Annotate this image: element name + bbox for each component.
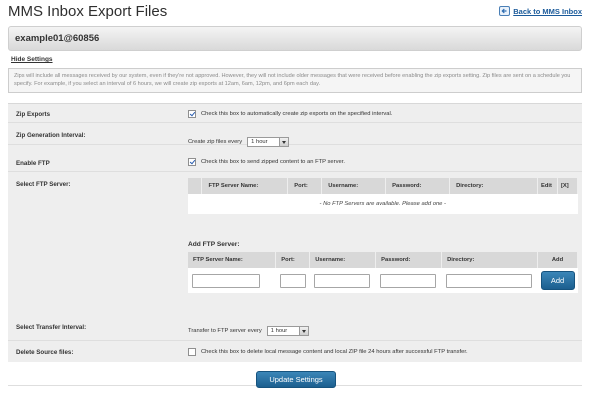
table-header: Port: (287, 178, 323, 194)
transfer-interval-select[interactable]: 1 hour (266, 326, 309, 336)
enable-ftp-description: Check this box to send zipped content to… (201, 159, 345, 165)
ftp-server-table: FTP Server Name: Port: Username: Passwor… (188, 178, 579, 214)
table-header: Password: (385, 178, 451, 194)
table-header: Port: (275, 252, 311, 268)
row-enable-ftp: Enable FTP Check this box to send zipped… (8, 145, 582, 172)
account-bar: example01@60856 (8, 26, 582, 51)
table-header: Edit (537, 178, 558, 194)
delete-source-description: Check this box to delete local message c… (201, 349, 468, 355)
settings-panel: Zip Exports Check this box to automatica… (8, 103, 582, 386)
add-ftp-button[interactable]: Add (540, 271, 575, 290)
table-header: FTP Server Name: (201, 178, 289, 194)
row-zip-interval: Zip Generation Interval: Create zip file… (8, 123, 582, 147)
table-header: FTP Server Name: (188, 252, 277, 268)
transfer-interval-value: 1 hour (270, 328, 288, 334)
back-link-label[interactable]: Back to MMS Inbox (513, 7, 582, 16)
table-header: Password: (375, 252, 443, 268)
table-header: Directory: (441, 252, 538, 268)
back-arrow-icon (499, 6, 511, 16)
delete-source-label: Delete Source files: (16, 349, 74, 356)
info-box: Zips will include all messages received … (8, 68, 582, 93)
zip-exports-checkbox[interactable] (188, 110, 196, 118)
table-header-spacer (188, 178, 203, 194)
select-ftp-label: Select FTP Server: (16, 181, 71, 188)
enable-ftp-checkbox[interactable] (188, 158, 196, 166)
transfer-interval-prefix: Transfer to FTP server every (188, 328, 262, 334)
table-header: Directory: (449, 178, 538, 194)
zip-exports-label: Zip Exports (16, 111, 51, 118)
ftp-server-name-input[interactable] (192, 273, 260, 288)
ftp-username-input[interactable] (313, 273, 370, 288)
table-header: [X] (557, 178, 579, 194)
add-ftp-table: FTP Server Name: Port: Username: Passwor… (188, 252, 578, 293)
transfer-interval-label: Select Transfer Interval: (16, 324, 87, 331)
zip-exports-description: Check this box to automatically create z… (201, 111, 393, 117)
ftp-password-input[interactable] (379, 273, 436, 288)
row-delete-source: Delete Source files: Check this box to d… (8, 341, 582, 363)
back-link[interactable]: Back to MMS Inbox (499, 6, 582, 16)
table-header: Username: (321, 178, 387, 194)
update-settings-button[interactable]: Update Settings (256, 371, 336, 388)
row-zip-exports: Zip Exports Check this box to automatica… (8, 104, 582, 123)
page-title: MMS Inbox Export Files (8, 3, 168, 20)
empty-table-message: - No FTP Servers are available. Please a… (188, 194, 578, 214)
account-name: example01@60856 (15, 33, 100, 44)
ftp-directory-input[interactable] (445, 273, 532, 288)
zip-interval-label: Zip Generation Interval: (16, 132, 86, 139)
delete-source-checkbox[interactable] (188, 348, 196, 356)
add-ftp-title: Add FTP Server: (188, 241, 240, 248)
ftp-port-input[interactable] (279, 273, 306, 288)
row-transfer-interval: Select Transfer Interval: Transfer to FT… (8, 316, 582, 341)
hide-settings-link[interactable]: Hide Settings (11, 56, 53, 63)
enable-ftp-label: Enable FTP (16, 160, 50, 167)
chevron-down-icon (298, 327, 308, 335)
table-header: Username: (309, 252, 377, 268)
table-header: Add (537, 252, 578, 268)
